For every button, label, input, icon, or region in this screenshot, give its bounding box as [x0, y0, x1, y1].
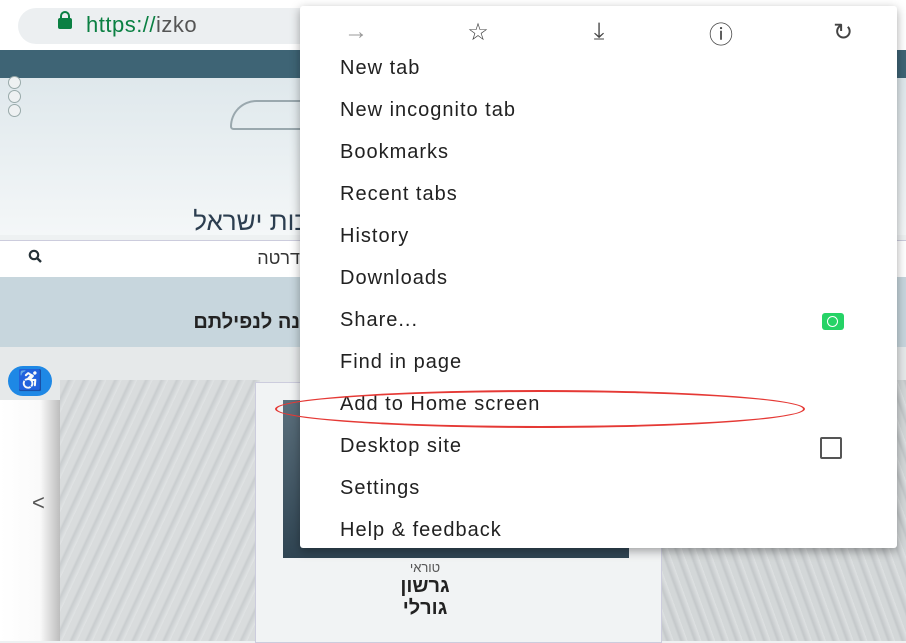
- reload-icon[interactable]: ↻: [827, 16, 859, 48]
- menu-item-label: New incognito tab: [340, 99, 516, 121]
- menu-dots-icon[interactable]: [8, 76, 30, 122]
- menu-item-find-in-page[interactable]: Find in page: [300, 344, 897, 386]
- caption-rank: טוראי: [409, 560, 441, 575]
- menu-item-bookmarks[interactable]: Bookmarks: [300, 134, 897, 176]
- search-input[interactable]: דרטה: [200, 248, 300, 269]
- menu-item-settings[interactable]: Settings: [300, 470, 897, 512]
- caption-first-name: גרשון: [400, 575, 450, 597]
- menu-item-label: Find in page: [340, 351, 463, 373]
- menu-item-label: New tab: [340, 57, 421, 79]
- menu-item-label: History: [340, 225, 410, 247]
- menu-item-label: Downloads: [340, 267, 448, 289]
- menu-item-label: Share...: [340, 309, 419, 331]
- memorial-caption: טוראי גרשון גורלי: [365, 560, 485, 619]
- accessibility-icon[interactable]: ♿: [8, 366, 52, 396]
- url-text[interactable]: https://izko: [86, 12, 197, 38]
- menu-item-label: Desktop site: [340, 435, 463, 457]
- menu-item-label: Bookmarks: [340, 141, 450, 163]
- menu-item-label: Settings: [340, 477, 421, 499]
- menu-item-history[interactable]: History: [300, 218, 897, 260]
- previous-arrow-icon[interactable]: <: [32, 490, 45, 516]
- search-icon[interactable]: [28, 249, 42, 263]
- menu-toolbar: → ☆ ⤓ ⓘ ↻: [300, 6, 897, 56]
- menu-item-help-feedback[interactable]: Help & feedback: [300, 512, 897, 554]
- menu-item-recent-tabs[interactable]: Recent tabs: [300, 176, 897, 218]
- lock-icon: [58, 11, 72, 29]
- menu-item-share[interactable]: Share...: [300, 302, 897, 344]
- desktop-site-checkbox[interactable]: [820, 437, 842, 459]
- caption-last-name: גורלי: [402, 597, 448, 619]
- menu-item-downloads[interactable]: Downloads: [300, 260, 897, 302]
- forward-icon[interactable]: →: [340, 16, 372, 48]
- wheat-background-left: [60, 380, 260, 641]
- menu-item-new-incognito-tab[interactable]: New incognito tab: [300, 92, 897, 134]
- menu-item-label: Recent tabs: [340, 183, 458, 205]
- whatsapp-icon[interactable]: [822, 313, 844, 330]
- page-info-icon[interactable]: ⓘ: [705, 16, 737, 49]
- menu-item-new-tab[interactable]: New tab: [300, 50, 897, 92]
- highlight-ellipse: [275, 390, 805, 428]
- menu-item-label: Help & feedback: [340, 519, 502, 541]
- url-host: izko: [156, 12, 198, 37]
- bookmark-star-icon[interactable]: ☆: [462, 16, 494, 48]
- download-icon[interactable]: ⤓: [583, 16, 615, 48]
- url-scheme: https://: [86, 12, 157, 37]
- tribute-text[interactable]: נה לנפילתם: [100, 311, 300, 334]
- site-title: כות ישראל: [193, 206, 308, 236]
- menu-item-desktop-site[interactable]: Desktop site: [300, 428, 897, 470]
